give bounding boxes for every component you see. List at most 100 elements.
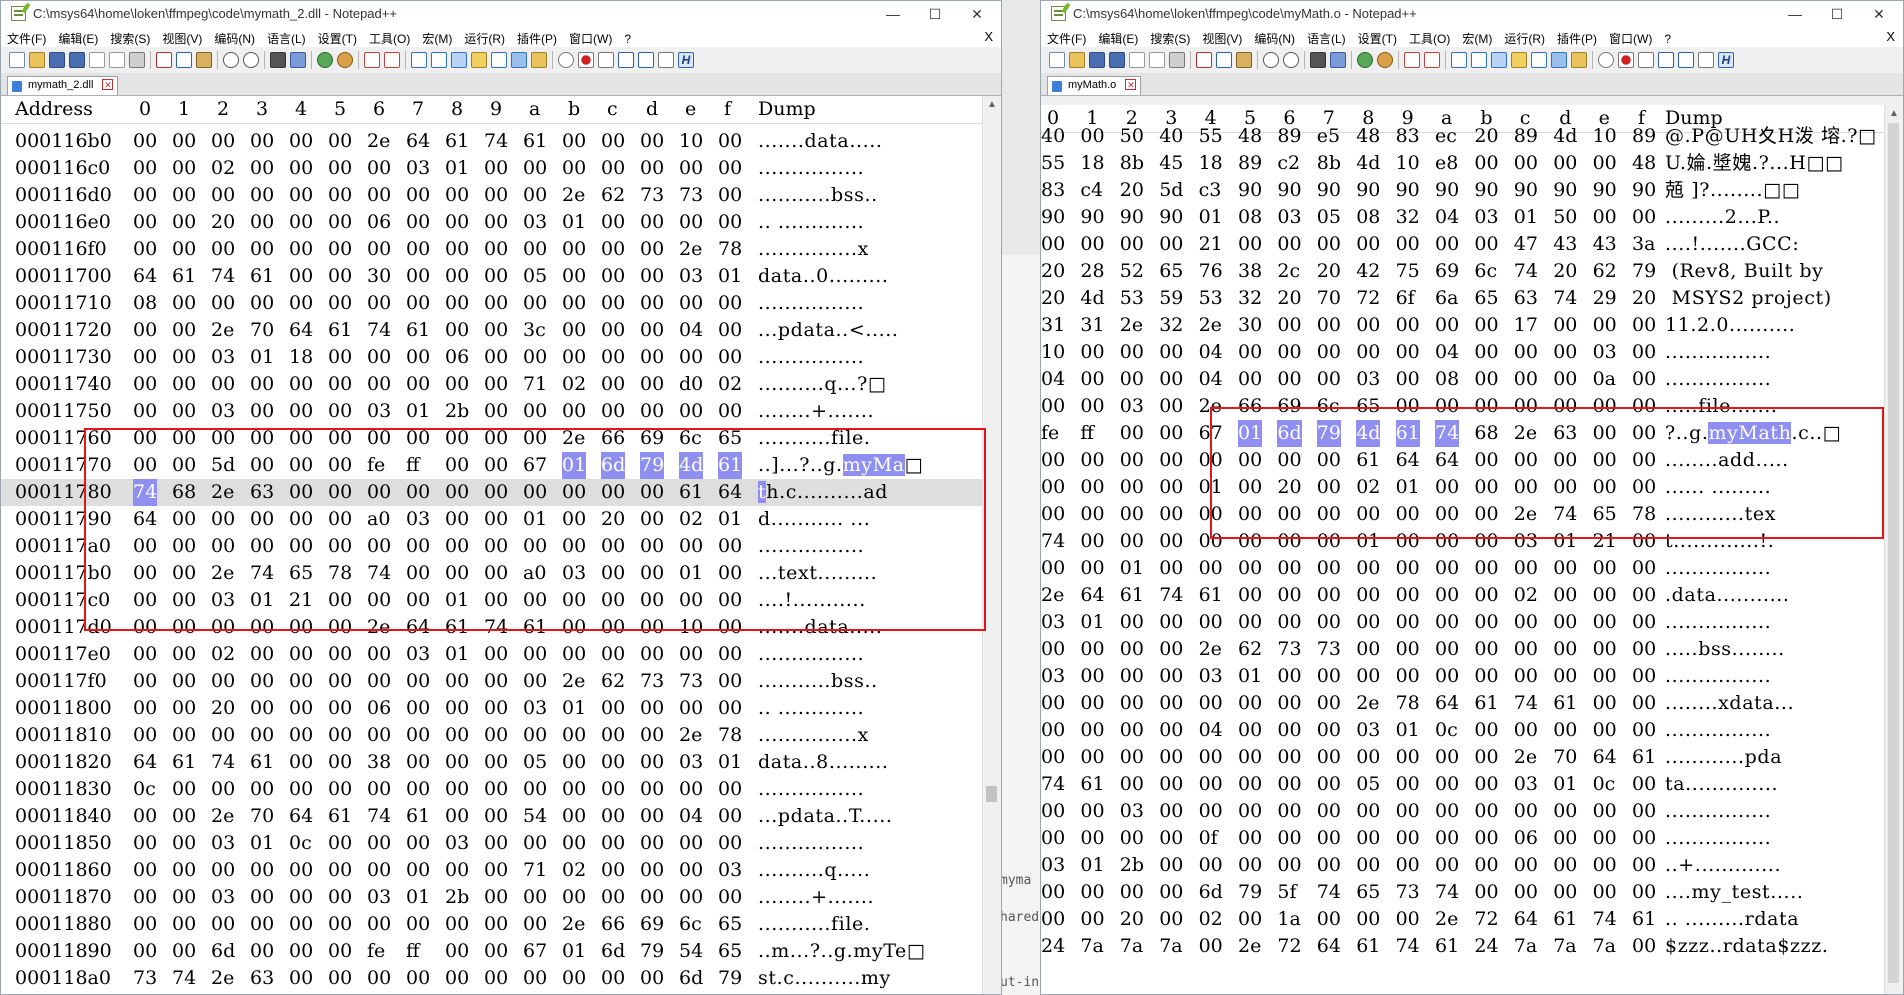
- menu-item-4[interactable]: 编码(N): [208, 27, 261, 47]
- hex-editor-icon[interactable]: H: [1718, 52, 1734, 68]
- paste-icon[interactable]: [1236, 52, 1252, 68]
- scroll-thumb[interactable]: [986, 786, 997, 802]
- hex-row[interactable]: 00011740 00 00 00 00 00 00 00 00 00 00 71 02 00 00 d0 02…: [1, 371, 983, 398]
- redo-icon[interactable]: [1283, 52, 1299, 68]
- hex-row[interactable]: 00011820 64 61 74 61 00 00 38 00 00 00 05 00 00 00 03 01…: [1, 749, 983, 776]
- hex-row[interactable]: 000116b0 00 00 00 00 00 00 2e 64 61 74 61 00 00 00 10 00…: [1, 128, 983, 155]
- hex-row[interactable]: 000117d0 00 00 00 00 00 00 2e 64 61 74 61 00 00 00 10 00…: [1, 614, 983, 641]
- stop-macro-icon[interactable]: [1638, 52, 1654, 68]
- menu-item-3[interactable]: 视图(V): [1196, 27, 1248, 47]
- sync-vertical-icon[interactable]: [364, 52, 380, 68]
- menu-item-6[interactable]: 设置(T): [1352, 27, 1403, 47]
- open-file-icon[interactable]: [1069, 52, 1085, 68]
- doc-map-icon[interactable]: [1531, 52, 1547, 68]
- undo-icon[interactable]: [223, 52, 239, 68]
- menu-item-6[interactable]: 设置(T): [312, 27, 363, 47]
- hex-row[interactable]: 90 90 90 90 01 08 03 05 08 32 04 03 01 50 00 00........…: [1041, 204, 1885, 231]
- maximize-button[interactable]: ☐: [1819, 3, 1855, 25]
- scroll-up-icon[interactable]: ▲: [1885, 105, 1903, 123]
- vertical-scrollbar[interactable]: ▲: [982, 96, 1001, 994]
- hex-row[interactable]: 10 00 00 00 04 00 00 00 00 00 04 00 00 00 03 00........…: [1041, 339, 1885, 366]
- close-icon[interactable]: [89, 52, 105, 68]
- close-all-icon[interactable]: [1149, 52, 1165, 68]
- hex-row[interactable]: 000117b0 00 00 2e 74 65 78 74 00 00 00 a0 03 00 00 01 00…: [1, 560, 983, 587]
- save-all-icon[interactable]: [69, 52, 85, 68]
- save-icon[interactable]: [49, 52, 65, 68]
- menu-item-11[interactable]: 窗口(W): [1603, 27, 1658, 47]
- hex-row[interactable]: 03 01 00 00 00 00 00 00 00 00 00 00 00 00 00 00........…: [1041, 609, 1885, 636]
- menu-item-10[interactable]: 插件(P): [1551, 27, 1603, 47]
- new-file-icon[interactable]: [1049, 52, 1065, 68]
- hex-row[interactable]: 00 00 00 00 0f 00 00 00 00 00 00 00 06 00 00 00........…: [1041, 825, 1885, 852]
- hex-row[interactable]: 00 00 20 00 02 00 1a 00 00 00 2e 72 64 61 74 61 .. .....…: [1041, 906, 1885, 933]
- close-button[interactable]: ✕: [1861, 3, 1897, 25]
- hex-row[interactable]: 000117c0 00 00 03 01 21 00 00 00 01 00 00 00 00 00 00 00…: [1, 587, 983, 614]
- hex-row[interactable]: 000116d0 00 00 00 00 00 00 00 00 00 00 00 2e 62 73 73 00…: [1, 182, 983, 209]
- sync-horizontal-icon[interactable]: [384, 52, 400, 68]
- menu-item-0[interactable]: 文件(F): [1041, 27, 1092, 47]
- tab-mymath-o[interactable]: myMath.o ✕: [1047, 76, 1142, 95]
- hex-row[interactable]: 00011700 64 61 74 61 00 00 30 00 00 00 05 00 00 00 03 01…: [1, 263, 983, 290]
- hex-editor[interactable]: Address 0 1 2 3 4 5 6 7 8 9 a b c d e f Dump 000116b0 00 00 0…: [1, 96, 1001, 994]
- hex-row[interactable]: 04 00 00 00 04 00 00 00 03 00 08 00 00 00 0a 00........…: [1041, 366, 1885, 393]
- hex-row[interactable]: 00011880 00 00 00 00 00 00 00 00 00 00 00 2e 66 69 6c 65…: [1, 911, 983, 938]
- indent-guide-icon[interactable]: [451, 52, 467, 68]
- maximize-button[interactable]: ☐: [917, 3, 953, 25]
- zoom-in-icon[interactable]: [317, 52, 333, 68]
- hex-row[interactable]: 000117a0 00 00 00 00 00 00 00 00 00 00 00 00 00 00 00 00…: [1, 533, 983, 560]
- hex-row[interactable]: 00 00 00 00 2e 62 73 73 00 00 00 00 00 00 00 00 .....bss…: [1041, 636, 1885, 663]
- menu-item-0[interactable]: 文件(F): [1, 27, 52, 47]
- monitoring-icon[interactable]: [558, 52, 574, 68]
- replace-icon[interactable]: [290, 52, 306, 68]
- menu-item-4[interactable]: 编码(N): [1248, 27, 1301, 47]
- minimize-button[interactable]: —: [1777, 3, 1813, 25]
- hex-row[interactable]: 000118a0 73 74 2e 63 00 00 00 00 00 00 00 00 00 00 6d 79…: [1, 965, 983, 992]
- hex-row[interactable]: 00011760 00 00 00 00 00 00 00 00 00 00 00 2e 66 69 6c 65…: [1, 425, 983, 452]
- menu-item-12[interactable]: ?: [1658, 29, 1677, 46]
- word-wrap-icon[interactable]: [411, 52, 427, 68]
- hex-row[interactable]: 00 00 03 00 2e 66 69 6c 65 00 00 00 00 00 00 00 .....fil…: [1041, 393, 1885, 420]
- menu-item-8[interactable]: 宏(M): [416, 27, 458, 47]
- close-button[interactable]: ✕: [959, 3, 995, 25]
- hex-row[interactable]: 00 00 00 00 6d 79 5f 74 65 73 74 00 00 00 00 00 ....my_t…: [1041, 879, 1885, 906]
- save-macro-icon[interactable]: [658, 52, 674, 68]
- hex-row[interactable]: 00011870 00 00 03 00 00 00 03 01 2b 00 00 00 00 00 00 00…: [1, 884, 983, 911]
- hex-row[interactable]: 20 4d 53 59 53 32 20 70 72 6f 6a 65 63 74 29 20 MSYS2 p…: [1041, 285, 1885, 312]
- hex-row[interactable]: fe ff 00 00 67 01 6d 79 4d 61 74 68 2e 63 00 00 ?..g.myM…: [1041, 420, 1885, 447]
- hex-row[interactable]: 83 c4 20 5d c3 90 90 90 90 90 90 90 90 90 90 90 兡 ]?....…: [1041, 177, 1885, 204]
- hex-row[interactable]: 00 00 00 00 00 00 00 00 2e 78 64 61 74 61 00 00........…: [1041, 690, 1885, 717]
- undo-icon[interactable]: [1263, 52, 1279, 68]
- save-macro-icon[interactable]: [1698, 52, 1714, 68]
- lang-udl-icon[interactable]: [471, 52, 487, 68]
- hex-row[interactable]: 00 00 00 00 00 00 00 00 00 00 00 00 2e 74 65 78........…: [1041, 501, 1885, 528]
- menu-item-5[interactable]: 语言(L): [261, 27, 312, 47]
- zoom-out-icon[interactable]: [337, 52, 353, 68]
- redo-icon[interactable]: [243, 52, 259, 68]
- menu-item-1[interactable]: 编辑(E): [52, 27, 104, 47]
- hex-row[interactable]: 55 18 8b 45 18 89 c2 8b 4d 10 e8 00 00 00 00 48 U.婨.墏媿.?…: [1041, 150, 1885, 177]
- tab-close-icon[interactable]: ✕: [102, 79, 114, 90]
- menu-item-7[interactable]: 工具(O): [1403, 27, 1456, 47]
- hex-row[interactable]: 00 00 00 00 21 00 00 00 00 00 00 00 47 43 43 3a....!...…: [1041, 231, 1885, 258]
- sync-horizontal-icon[interactable]: [1424, 52, 1440, 68]
- sync-vertical-icon[interactable]: [1404, 52, 1420, 68]
- function-list-icon[interactable]: [1551, 52, 1567, 68]
- hex-row[interactable]: 00011720 00 00 2e 70 64 61 74 61 00 00 3c 00 00 00 04 00…: [1, 317, 983, 344]
- play-macro-multiple-icon[interactable]: [638, 52, 654, 68]
- hex-row[interactable]: 03 01 2b 00 00 00 00 00 00 00 00 00 00 00 00 00 ..+.....…: [1041, 852, 1885, 879]
- hex-editor[interactable]: 0 1 2 3 4 5 6 7 8 9 a b c d e f Dump 40 00 50 40 55 48 89 e5 48 83…: [1041, 105, 1903, 994]
- hex-row[interactable]: 00011790 64 00 00 00 00 00 a0 03 00 00 01 00 20 00 02 01…: [1, 506, 983, 533]
- folder-workspace-icon[interactable]: [531, 52, 547, 68]
- new-file-icon[interactable]: [9, 52, 25, 68]
- folder-workspace-icon[interactable]: [1571, 52, 1587, 68]
- menu-item-1[interactable]: 编辑(E): [1092, 27, 1144, 47]
- menu-item-9[interactable]: 运行(R): [458, 27, 511, 47]
- hex-row[interactable]: 74 00 00 00 00 00 00 00 01 00 00 00 03 01 21 00 t.......…: [1041, 528, 1885, 555]
- record-macro-icon[interactable]: [1618, 52, 1634, 68]
- save-all-icon[interactable]: [1109, 52, 1125, 68]
- hex-row[interactable]: 00011890 00 00 6d 00 00 00 fe ff 00 00 67 01 6d 79 54 65…: [1, 938, 983, 965]
- show-all-chars-icon[interactable]: [1471, 52, 1487, 68]
- menu-item-5[interactable]: 语言(L): [1301, 27, 1352, 47]
- hex-row[interactable]: 000116c0 00 00 02 00 00 00 00 03 01 00 00 00 00 00 00 00…: [1, 155, 983, 182]
- indent-guide-icon[interactable]: [1491, 52, 1507, 68]
